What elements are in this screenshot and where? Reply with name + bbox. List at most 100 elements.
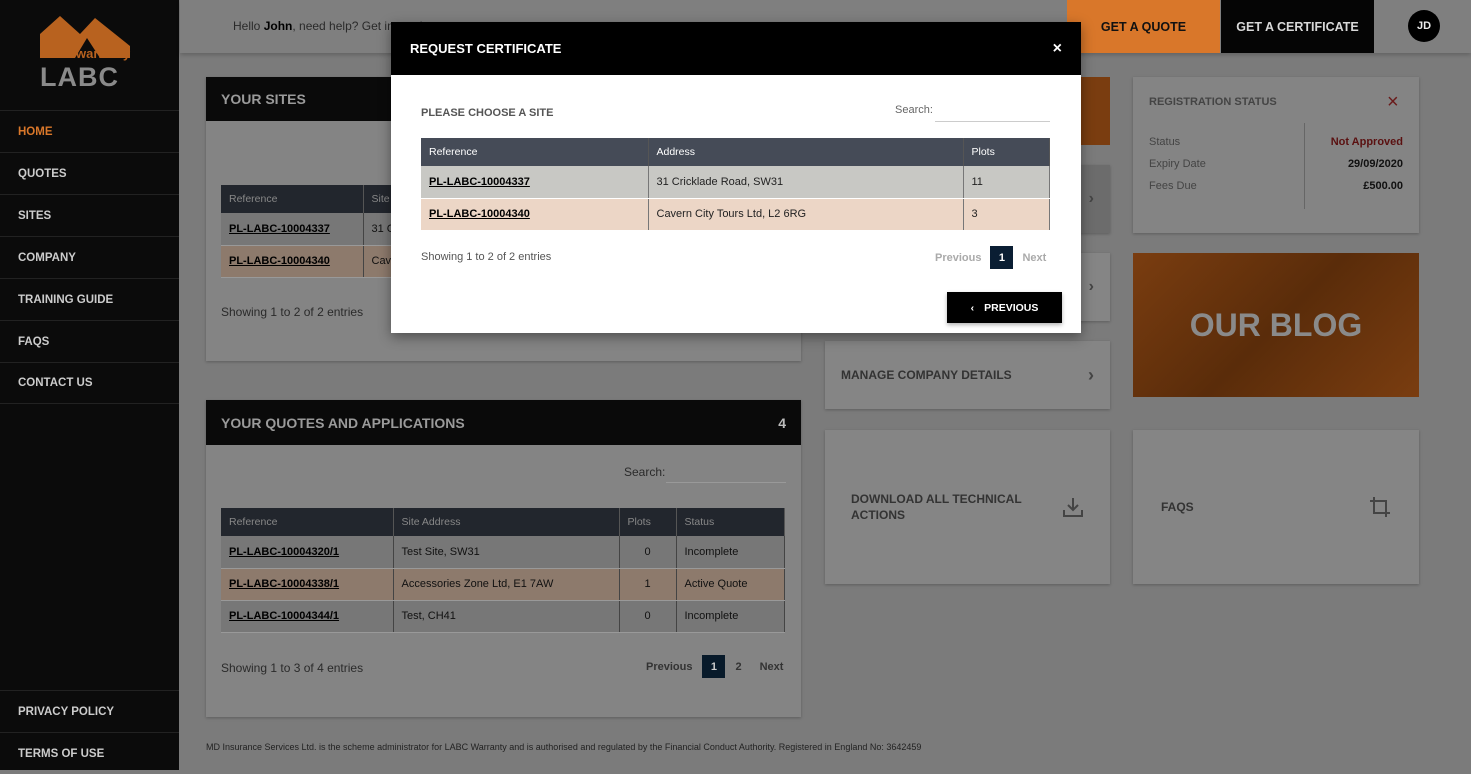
sidebar-item-privacy-policy[interactable]: PRIVACY POLICY [0, 690, 179, 732]
our-blog-banner[interactable]: OUR BLOG [1133, 253, 1419, 397]
quote-reference-link[interactable]: PL-LABC-10004338/1 [229, 578, 339, 590]
labc-warranty-logo[interactable]: warranty LABC [40, 16, 135, 92]
pagination-page-1[interactable]: 1 [990, 246, 1014, 269]
download-icon [1063, 498, 1083, 517]
sidebar-item-faqs[interactable]: FAQS [0, 320, 179, 362]
column-header[interactable]: Reference [221, 508, 394, 536]
sidebar-item-label: FAQS [18, 335, 50, 348]
status-label: Status [1149, 136, 1181, 148]
get-a-quote-button[interactable]: GET A QUOTE [1067, 0, 1220, 53]
sidebar-item-training-guide[interactable]: TRAINING GUIDE [0, 278, 179, 320]
column-header[interactable]: Site Address [393, 508, 620, 536]
table-info: Showing 1 to 3 of 4 entries [221, 661, 364, 675]
greeting-text: Hello [233, 19, 264, 33]
modal-sites-table: Reference Address Plots PL-LABC-10004337 31… [421, 138, 1050, 231]
sidebar-item-sites[interactable]: SITES [0, 194, 179, 236]
sidebar-item-label: PRIVACY POLICY [18, 705, 115, 718]
pagination-previous[interactable]: Previous [646, 661, 692, 673]
address-cell: Test Site, SW31 [393, 536, 620, 569]
quotes-card: YOUR QUOTES AND APPLICATIONS 4 Search: Re… [206, 400, 801, 717]
sidebar-item-label: HOME [18, 125, 53, 138]
footer-text: MD Insurance Services Ltd. is the scheme… [206, 742, 922, 752]
crop-icon [1370, 497, 1390, 517]
plots-cell: 11 [963, 166, 1050, 199]
expiry-label: Expiry Date [1149, 158, 1206, 170]
logo-labc-text: LABC [40, 62, 119, 92]
quotes-header: YOUR QUOTES AND APPLICATIONS 4 [206, 400, 801, 445]
pagination-previous[interactable]: Previous [935, 252, 981, 264]
site-reference-link[interactable]: PL-LABC-10004337 [229, 223, 330, 235]
site-reference-link[interactable]: PL-LABC-10004340 [229, 255, 330, 267]
sidebar: warranty LABC HOME QUOTES SITES COMPANY … [0, 0, 179, 770]
table-row: PL-LABC-10004320/1 Test Site, SW31 0 Incomp… [221, 536, 785, 569]
table-row: PL-LABC-10004344/1 Test, CH41 0 Incomplete [221, 600, 785, 633]
status-cell: Incomplete [676, 536, 785, 569]
site-reference-link[interactable]: PL-LABC-10004340 [429, 208, 530, 220]
sidebar-item-label: CONTACT US [18, 377, 93, 389]
quotes-table: Reference Site Address Plots Status PL-LABC… [221, 508, 785, 633]
button-label: PREVIOUS [984, 301, 1039, 314]
column-header[interactable]: Reference [421, 138, 649, 166]
table-row: PL-LABC-10004338/1 Accessories Zone Ltd, … [221, 568, 785, 601]
plots-cell: 1 [619, 568, 677, 601]
plots-cell: 0 [619, 536, 677, 569]
status-cell: Incomplete [676, 600, 785, 633]
modal-title: REQUEST CERTIFICATE [410, 41, 562, 56]
quotes-count: 4 [778, 414, 786, 431]
chevron-right-icon: › [1088, 190, 1094, 207]
search-label: Search: [624, 465, 666, 479]
registration-status-card: REGISTRATION STATUS × Status Not Approved… [1133, 77, 1419, 233]
download-technical-actions-tile[interactable]: DOWNLOAD ALL TECHNICAL ACTIONS [825, 430, 1110, 584]
plots-cell: 3 [963, 198, 1050, 231]
chevron-right-icon: › [1088, 278, 1094, 295]
pagination-page-2[interactable]: 2 [735, 661, 741, 673]
column-header[interactable]: Plots [963, 138, 1050, 166]
avatar[interactable]: JD [1408, 10, 1440, 42]
column-header[interactable]: Status [676, 508, 785, 536]
column-header[interactable]: Reference [221, 185, 364, 213]
modal-search-input[interactable] [935, 102, 1050, 122]
tile-label: FAQS [1161, 500, 1194, 514]
close-icon[interactable]: × [1387, 91, 1399, 114]
get-a-certificate-button[interactable]: GET A CERTIFICATE [1221, 0, 1374, 53]
logo-warranty-text: warranty [76, 46, 131, 61]
tile-label: DOWNLOAD ALL TECHNICAL ACTIONS [851, 492, 1022, 522]
table-row[interactable]: PL-LABC-10004337 31 Cricklade Road, SW31 1… [421, 166, 1050, 199]
column-header[interactable]: Plots [619, 508, 677, 536]
fees-value: £500.00 [1363, 180, 1403, 192]
table-info: Showing 1 to 2 of 2 entries [221, 305, 364, 319]
modal-subtitle: PLEASE CHOOSE A SITE [421, 107, 554, 119]
chevron-left-icon: ‹ [970, 301, 975, 314]
sidebar-item-terms-of-use[interactable]: TERMS OF USE [0, 732, 179, 774]
status-cell: Active Quote [676, 568, 785, 601]
quote-reference-link[interactable]: PL-LABC-10004320/1 [229, 546, 339, 558]
close-icon[interactable]: × [1053, 40, 1062, 58]
sidebar-item-contact-us[interactable]: CONTACT US [0, 362, 179, 404]
expiry-value: 29/09/2020 [1347, 158, 1403, 170]
sidebar-item-label: COMPANY [18, 251, 76, 264]
chevron-right-icon: › [1088, 364, 1094, 385]
search-label: Search: [895, 104, 933, 116]
manage-company-details-tile[interactable]: MANAGE COMPANY DETAILS › [825, 341, 1110, 409]
pagination-next[interactable]: Next [1022, 252, 1046, 264]
quote-reference-link[interactable]: PL-LABC-10004344/1 [229, 610, 339, 622]
sidebar-item-label: SITES [18, 209, 52, 222]
faqs-tile[interactable]: FAQS [1133, 430, 1419, 584]
pagination-page-1[interactable]: 1 [702, 655, 726, 678]
sidebar-item-label: QUOTES [18, 167, 67, 180]
fees-label: Fees Due [1149, 180, 1197, 192]
column-header[interactable]: Address [648, 138, 964, 166]
quotes-search-input[interactable] [666, 463, 786, 483]
pagination-next[interactable]: Next [760, 661, 784, 673]
sidebar-item-quotes[interactable]: QUOTES [0, 152, 179, 194]
blog-title: OUR BLOG [1189, 306, 1363, 343]
table-info: Showing 1 to 2 of 2 entries [421, 251, 552, 263]
sidebar-item-home[interactable]: HOME [0, 110, 179, 152]
registration-details: Status Not Approved Expiry Date 29/09/2020… [1149, 131, 1403, 197]
site-reference-link[interactable]: PL-LABC-10004337 [429, 176, 530, 188]
previous-button[interactable]: ‹ PREVIOUS [947, 292, 1062, 323]
request-certificate-modal: REQUEST CERTIFICATE × PLEASE CHOOSE A SIT… [391, 22, 1081, 333]
address-cell: 31 Cricklade Road, SW31 [648, 166, 964, 199]
table-row[interactable]: PL-LABC-10004340 Cavern City Tours Ltd, L… [421, 198, 1050, 231]
sidebar-item-company[interactable]: COMPANY [0, 236, 179, 278]
